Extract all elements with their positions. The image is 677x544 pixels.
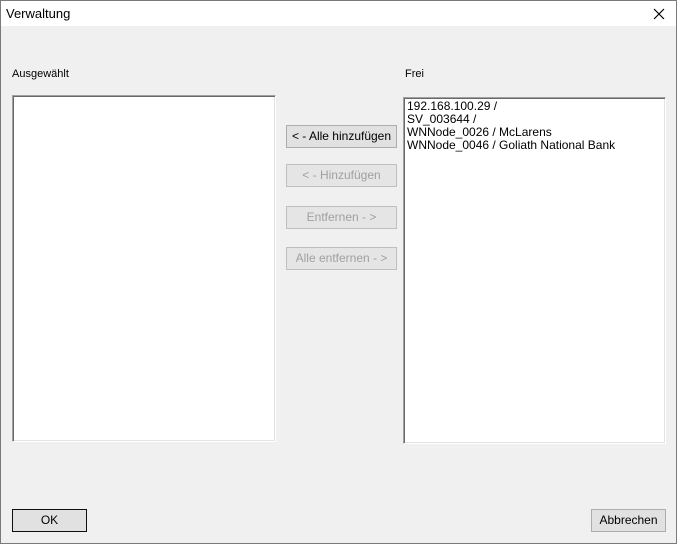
list-item[interactable]: WNNode_0046 / Goliath National Bank bbox=[407, 139, 615, 152]
ok-button[interactable]: OK bbox=[12, 509, 87, 532]
cancel-button[interactable]: Abbrechen bbox=[591, 509, 666, 532]
add-all-button[interactable]: < - Alle hinzufügen bbox=[286, 125, 397, 148]
add-button[interactable]: < - Hinzufügen bbox=[286, 164, 397, 187]
remove-button[interactable]: Entfernen - > bbox=[286, 206, 397, 229]
selected-listbox[interactable] bbox=[12, 95, 276, 442]
close-icon bbox=[653, 8, 665, 19]
close-button[interactable] bbox=[642, 1, 676, 26]
available-label: Frei bbox=[405, 68, 424, 80]
available-listbox[interactable]: 192.168.100.29 / SV_003644 / WNNode_0026… bbox=[403, 97, 666, 444]
remove-all-button[interactable]: Alle entfernen - > bbox=[286, 247, 397, 270]
title-bar: Verwaltung bbox=[1, 1, 676, 26]
selected-label: Ausgewählt bbox=[12, 68, 69, 80]
available-list: 192.168.100.29 / SV_003644 / WNNode_0026… bbox=[407, 100, 615, 152]
dialog-window: Verwaltung Ausgewählt Frei 192.168.100.2… bbox=[0, 0, 677, 544]
window-title: Verwaltung bbox=[6, 6, 71, 21]
